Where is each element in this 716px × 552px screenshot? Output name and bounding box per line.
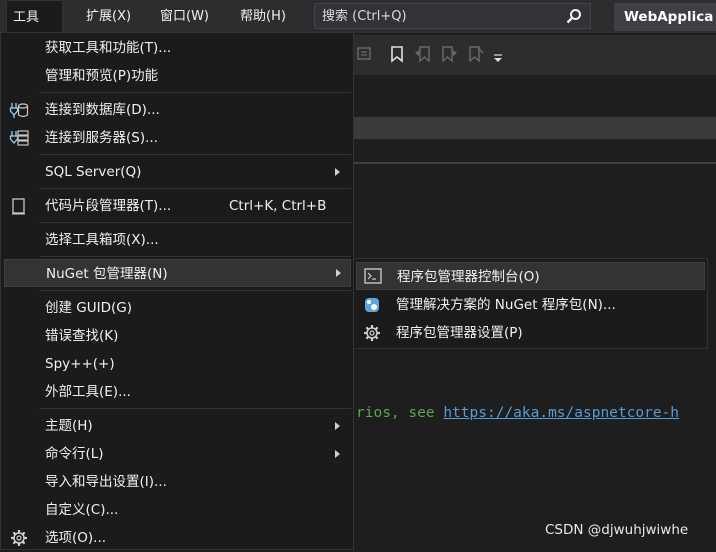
submenu-item-label: 程序包管理器控制台(O) bbox=[397, 269, 540, 285]
menu-item-label: 选择工具箱项(X)... bbox=[45, 232, 159, 248]
toolbar bbox=[354, 35, 716, 75]
menu-item-manage-preview[interactable]: 管理和预览(P)功能 bbox=[1, 62, 353, 90]
menu-item-label: 错误查找(K) bbox=[45, 328, 119, 344]
menu-separator bbox=[39, 290, 351, 291]
editor-divider bbox=[354, 162, 716, 164]
nuget-icon bbox=[365, 298, 379, 312]
menu-item-label: Spy++(+) bbox=[45, 356, 115, 372]
search-icon bbox=[566, 9, 581, 24]
menu-item-snippet-manager[interactable]: 代码片段管理器(T)... Ctrl+K, Ctrl+B bbox=[1, 192, 353, 220]
code-line: rios, see https://aka.ms/aspnetcore-h bbox=[356, 405, 679, 421]
menu-item-options[interactable]: 选项(O)... bbox=[1, 524, 353, 552]
comment-icon[interactable] bbox=[356, 45, 374, 63]
menu-separator bbox=[39, 256, 351, 257]
menu-extensions[interactable]: 扩展(X) bbox=[80, 0, 137, 33]
code-link[interactable]: https://aka.ms/aspnetcore-h bbox=[443, 405, 679, 421]
menu-item-label: 外部工具(E)... bbox=[45, 384, 131, 400]
menu-item-label: 自定义(C)... bbox=[45, 502, 119, 518]
menu-item-label: 命令行(L) bbox=[45, 446, 104, 462]
menu-item-sql-server[interactable]: SQL Server(Q) bbox=[1, 158, 353, 186]
database-connect-icon bbox=[9, 103, 29, 118]
menu-item-import-export[interactable]: 导入和导出设置(I)... bbox=[1, 468, 353, 496]
submenu-item-label: 程序包管理器设置(P) bbox=[396, 325, 523, 341]
menu-item-create-guid[interactable]: 创建 GUID(G) bbox=[1, 294, 353, 322]
menu-separator bbox=[39, 408, 351, 409]
server-connect-icon bbox=[9, 130, 29, 146]
menu-item-label: 连接到服务器(S)... bbox=[45, 130, 158, 146]
menu-item-get-tools[interactable]: 获取工具和功能(T)... bbox=[1, 34, 353, 62]
submenu-item-manage-packages[interactable]: 管理解决方案的 NuGet 程序包(N)... bbox=[354, 291, 707, 319]
menu-item-label: 获取工具和功能(T)... bbox=[45, 40, 172, 56]
menu-item-label: 选项(O)... bbox=[45, 530, 107, 546]
submenu-arrow-icon bbox=[335, 168, 340, 176]
menu-item-connect-database[interactable]: 连接到数据库(D)... bbox=[1, 96, 353, 124]
submenu-arrow-icon bbox=[336, 269, 341, 277]
submenu-item-label: 管理解决方案的 NuGet 程序包(N)... bbox=[396, 297, 616, 313]
clear-bookmarks-icon[interactable] bbox=[466, 45, 484, 63]
gear-icon bbox=[11, 530, 27, 546]
menu-item-label: 创建 GUID(G) bbox=[45, 300, 133, 316]
toolbar-overflow-icon[interactable] bbox=[492, 49, 504, 67]
menu-separator bbox=[39, 222, 351, 223]
previous-bookmark-icon[interactable] bbox=[414, 45, 432, 63]
menu-window[interactable]: 窗口(W) bbox=[154, 0, 215, 33]
menu-separator bbox=[39, 92, 351, 93]
menu-item-theme[interactable]: 主题(H) bbox=[1, 412, 353, 440]
menu-item-spy[interactable]: Spy++(+) bbox=[1, 350, 353, 378]
code-comment: rios, see bbox=[356, 405, 444, 421]
submenu-item-package-settings[interactable]: 程序包管理器设置(P) bbox=[354, 319, 707, 347]
menu-item-label: 主题(H) bbox=[45, 418, 93, 434]
menu-item-label: SQL Server(Q) bbox=[45, 164, 142, 180]
submenu-arrow-icon bbox=[335, 422, 340, 430]
menu-item-command-line[interactable]: 命令行(L) bbox=[1, 440, 353, 468]
window-title: WebApplica bbox=[614, 3, 716, 31]
menu-item-label: 管理和预览(P)功能 bbox=[45, 68, 159, 84]
watermark: CSDN @djwuhjwiwhe bbox=[545, 522, 689, 538]
menu-item-nuget[interactable]: NuGet 包管理器(N) bbox=[4, 259, 351, 287]
menu-item-external-tools[interactable]: 外部工具(E)... bbox=[1, 378, 353, 406]
menu-separator bbox=[39, 188, 351, 189]
tools-menu: 获取工具和功能(T)... 管理和预览(P)功能 连接到数据库(D)... 连接… bbox=[0, 32, 354, 550]
menu-item-connect-server[interactable]: 连接到服务器(S)... bbox=[1, 124, 353, 152]
search-placeholder: 搜索 (Ctrl+Q) bbox=[322, 9, 407, 24]
menu-item-shortcut: Ctrl+K, Ctrl+B bbox=[229, 198, 327, 214]
menu-item-label: 代码片段管理器(T)... bbox=[45, 198, 172, 214]
menu-item-label: 导入和导出设置(I)... bbox=[45, 474, 167, 490]
menu-tools[interactable]: 工具(T) bbox=[6, 0, 63, 59]
search-box[interactable]: 搜索 (Ctrl+Q) bbox=[314, 3, 591, 29]
submenu-arrow-icon bbox=[335, 450, 340, 458]
menu-item-label: 连接到数据库(D)... bbox=[45, 102, 160, 118]
console-icon bbox=[364, 268, 382, 284]
bookmark-icon[interactable] bbox=[388, 45, 406, 63]
gear-icon bbox=[364, 325, 380, 341]
menu-item-choose-toolbox[interactable]: 选择工具箱项(X)... bbox=[1, 226, 353, 254]
menu-item-error-lookup[interactable]: 错误查找(K) bbox=[1, 322, 353, 350]
menu-help[interactable]: 帮助(H) bbox=[234, 0, 292, 33]
next-bookmark-icon[interactable] bbox=[440, 45, 458, 63]
document-tab-strip bbox=[354, 117, 716, 139]
menu-item-customize[interactable]: 自定义(C)... bbox=[1, 496, 353, 524]
nuget-submenu: 程序包管理器控制台(O) 管理解决方案的 NuGet 程序包(N)... 程序包… bbox=[353, 258, 708, 349]
menu-separator bbox=[39, 154, 351, 155]
snippet-icon bbox=[12, 198, 25, 215]
submenu-item-package-console[interactable]: 程序包管理器控制台(O) bbox=[356, 262, 705, 290]
menu-bar: 工具(T) 扩展(X) 窗口(W) 帮助(H) 搜索 (Ctrl+Q) WebA… bbox=[0, 0, 716, 59]
menu-item-label: NuGet 包管理器(N) bbox=[46, 266, 168, 282]
